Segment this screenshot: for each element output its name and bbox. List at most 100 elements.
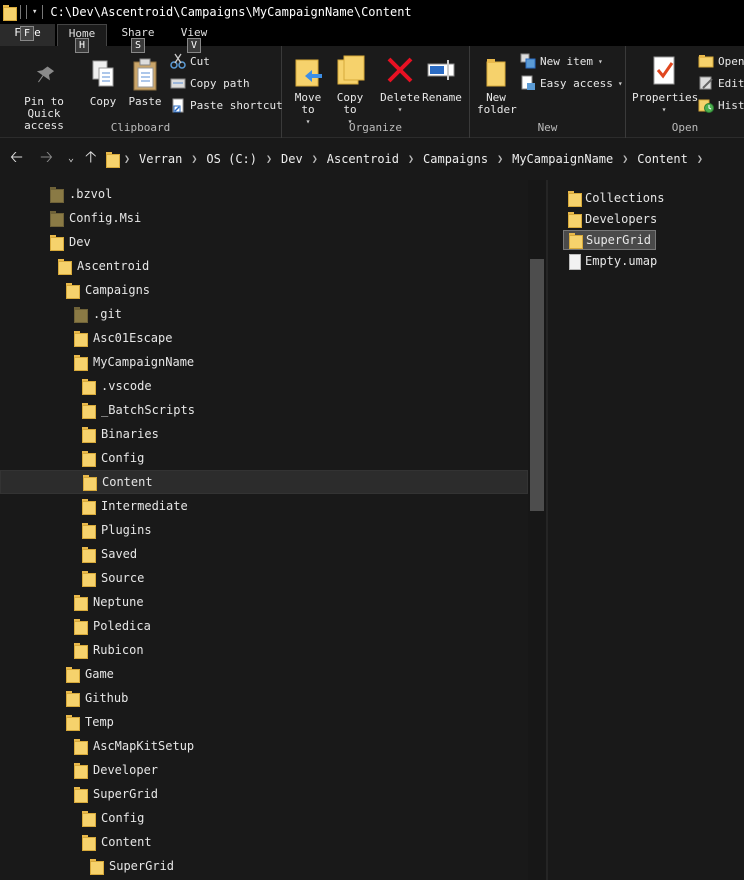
paste-shortcut-button[interactable]: Paste shortcut bbox=[170, 96, 283, 114]
breadcrumb-separator-icon[interactable]: ❯ bbox=[697, 154, 703, 165]
tree-item[interactable]: .vscode bbox=[0, 374, 528, 398]
forward-arrow-icon[interactable]: 🡢 bbox=[40, 148, 53, 166]
tree-item[interactable]: Config bbox=[0, 806, 528, 830]
edit-label: Edit bbox=[718, 76, 744, 90]
rename-button[interactable]: Rename bbox=[422, 54, 462, 104]
folder-icon bbox=[82, 523, 96, 539]
tree-item[interactable]: Asc01Escape bbox=[0, 326, 528, 350]
folder-icon bbox=[82, 451, 96, 467]
tree-item[interactable]: Content bbox=[0, 470, 528, 494]
open-button[interactable]: Open bbox=[698, 52, 744, 70]
organize-group-label: Organize bbox=[349, 121, 402, 134]
tree-item[interactable]: Source bbox=[0, 566, 528, 590]
folder-icon bbox=[82, 811, 96, 827]
tree-item[interactable]: SuperGrid bbox=[0, 854, 528, 878]
folder-icon bbox=[50, 187, 64, 203]
list-item[interactable]: Empty.umap bbox=[568, 251, 661, 271]
new-item-button[interactable]: New item ▾ bbox=[520, 52, 603, 70]
tree-item-label: .bzvol bbox=[69, 187, 113, 201]
tree-item[interactable]: .git bbox=[0, 302, 528, 326]
easy-access-button[interactable]: Easy access ▾ bbox=[520, 74, 623, 92]
new-item-icon bbox=[520, 53, 536, 69]
tree-item[interactable]: MyCampaignName bbox=[0, 350, 528, 374]
paste-button[interactable]: Paste bbox=[126, 58, 164, 108]
breadcrumb-item[interactable]: MyCampaignName bbox=[512, 152, 613, 166]
breadcrumb-item[interactable]: Verran bbox=[139, 152, 182, 166]
easy-access-label: Easy access bbox=[540, 76, 613, 90]
breadcrumb-item[interactable]: Campaigns bbox=[423, 152, 488, 166]
breadcrumb-item[interactable]: Dev bbox=[281, 152, 303, 166]
copy-to-button[interactable]: Copy to ▾ bbox=[332, 54, 368, 128]
folder-icon bbox=[50, 211, 64, 227]
folder-icon bbox=[3, 5, 17, 21]
tree-item[interactable]: Game bbox=[0, 662, 528, 686]
tree-item[interactable]: Saved bbox=[0, 542, 528, 566]
scrollbar-thumb[interactable] bbox=[530, 259, 544, 511]
properties-dropdown-icon: ▾ bbox=[661, 105, 667, 114]
tree-item[interactable]: Developer bbox=[0, 758, 528, 782]
delete-dropdown-icon: ▾ bbox=[397, 105, 403, 114]
move-to-button[interactable]: Move to ▾ bbox=[290, 54, 326, 128]
tree-item[interactable]: Intermediate bbox=[0, 494, 528, 518]
folder-icon bbox=[74, 331, 88, 347]
tree-item[interactable]: Binaries bbox=[0, 422, 528, 446]
copy-path-button[interactable]: Copy path bbox=[170, 74, 250, 92]
new-folder-button[interactable]: New folder bbox=[476, 54, 517, 116]
breadcrumb-separator-icon[interactable]: ❯ bbox=[408, 154, 414, 165]
edit-button[interactable]: Edit bbox=[698, 74, 744, 92]
tree-item-label: .git bbox=[93, 307, 122, 321]
window-title: C:\Dev\Ascentroid\Campaigns\MyCampaignNa… bbox=[50, 5, 412, 19]
tree-item[interactable]: Campaigns bbox=[0, 278, 528, 302]
back-arrow-icon[interactable]: 🡠 bbox=[10, 148, 23, 166]
breadcrumb-separator-icon[interactable]: ❯ bbox=[191, 154, 197, 165]
breadcrumb-separator-icon[interactable]: ❯ bbox=[124, 154, 130, 165]
keytip-file: F bbox=[20, 26, 34, 41]
customize-qat-icon[interactable]: ▾ bbox=[32, 7, 37, 17]
history-button[interactable]: Hist bbox=[698, 96, 744, 114]
tree-item[interactable]: Rubicon bbox=[0, 638, 528, 662]
breadcrumb-item[interactable]: Content bbox=[637, 152, 688, 166]
breadcrumb-separator-icon[interactable]: ❯ bbox=[266, 154, 272, 165]
tree-item[interactable]: Temp bbox=[0, 710, 528, 734]
address-bar[interactable]: ❯ Verran ❯ OS (C:) ❯ Dev ❯ Ascentroid ❯ Campaign… bbox=[106, 147, 744, 171]
breadcrumb-item[interactable]: Ascentroid bbox=[327, 152, 399, 166]
breadcrumb-separator-icon[interactable]: ❯ bbox=[312, 154, 318, 165]
list-item[interactable]: Developers bbox=[568, 209, 661, 229]
tree-item[interactable]: Dev bbox=[0, 230, 528, 254]
breadcrumb-item[interactable]: OS (C:) bbox=[206, 152, 257, 166]
file-list[interactable]: Collections Developers SuperGrid Empty.umap bbox=[548, 180, 744, 880]
tree-item[interactable]: Github bbox=[0, 686, 528, 710]
tree-item[interactable]: Poledica bbox=[0, 614, 528, 638]
new-item-label: New item bbox=[540, 54, 593, 68]
recent-locations-chevron-down-icon[interactable]: ⌄ bbox=[68, 150, 74, 168]
navigation-pane[interactable]: .bzvol Config.Msi Dev Ascentroid Campaigns .g… bbox=[0, 180, 546, 880]
breadcrumb-separator-icon[interactable]: ❯ bbox=[497, 154, 503, 165]
tree-item[interactable]: Plugins bbox=[0, 518, 528, 542]
tree-item[interactable]: Neptune bbox=[0, 590, 528, 614]
list-item[interactable]: SuperGrid bbox=[563, 230, 657, 250]
up-arrow-icon[interactable]: 🡡 bbox=[85, 148, 97, 166]
copy-button[interactable]: Copy bbox=[86, 58, 120, 108]
properties-button[interactable]: Properties ▾ bbox=[632, 54, 698, 116]
tree-item-label: .vscode bbox=[101, 379, 152, 393]
list-item[interactable]: Collections bbox=[568, 188, 668, 208]
tree-item[interactable]: Content bbox=[0, 830, 528, 854]
open-group: Properties ▾ Open Edit Hist Open bbox=[626, 46, 744, 138]
tree-item[interactable]: SuperGrid bbox=[0, 782, 528, 806]
copy-label: Copy bbox=[89, 95, 117, 108]
tree-item[interactable]: Config.Msi bbox=[0, 206, 528, 230]
tree-item[interactable]: Config bbox=[0, 446, 528, 470]
breadcrumb-separator-icon[interactable]: ❯ bbox=[622, 154, 628, 165]
list-item-label: SuperGrid bbox=[586, 233, 652, 247]
tree-item[interactable]: AscMapKitSetup bbox=[0, 734, 528, 758]
tree-item[interactable]: Ascentroid bbox=[0, 254, 528, 278]
tree-item-label: Poledica bbox=[93, 619, 151, 633]
delete-button[interactable]: Delete ▾ bbox=[378, 54, 422, 116]
tree-item[interactable]: .bzvol bbox=[0, 182, 528, 206]
paste-shortcut-label: Paste shortcut bbox=[190, 98, 283, 112]
tree-item-label: Campaigns bbox=[85, 283, 151, 297]
clipboard-group-label: Clipboard bbox=[110, 121, 171, 134]
rename-label: Rename bbox=[422, 91, 462, 104]
cut-button[interactable]: Cut bbox=[170, 52, 210, 70]
tree-item[interactable]: _BatchScripts bbox=[0, 398, 528, 422]
